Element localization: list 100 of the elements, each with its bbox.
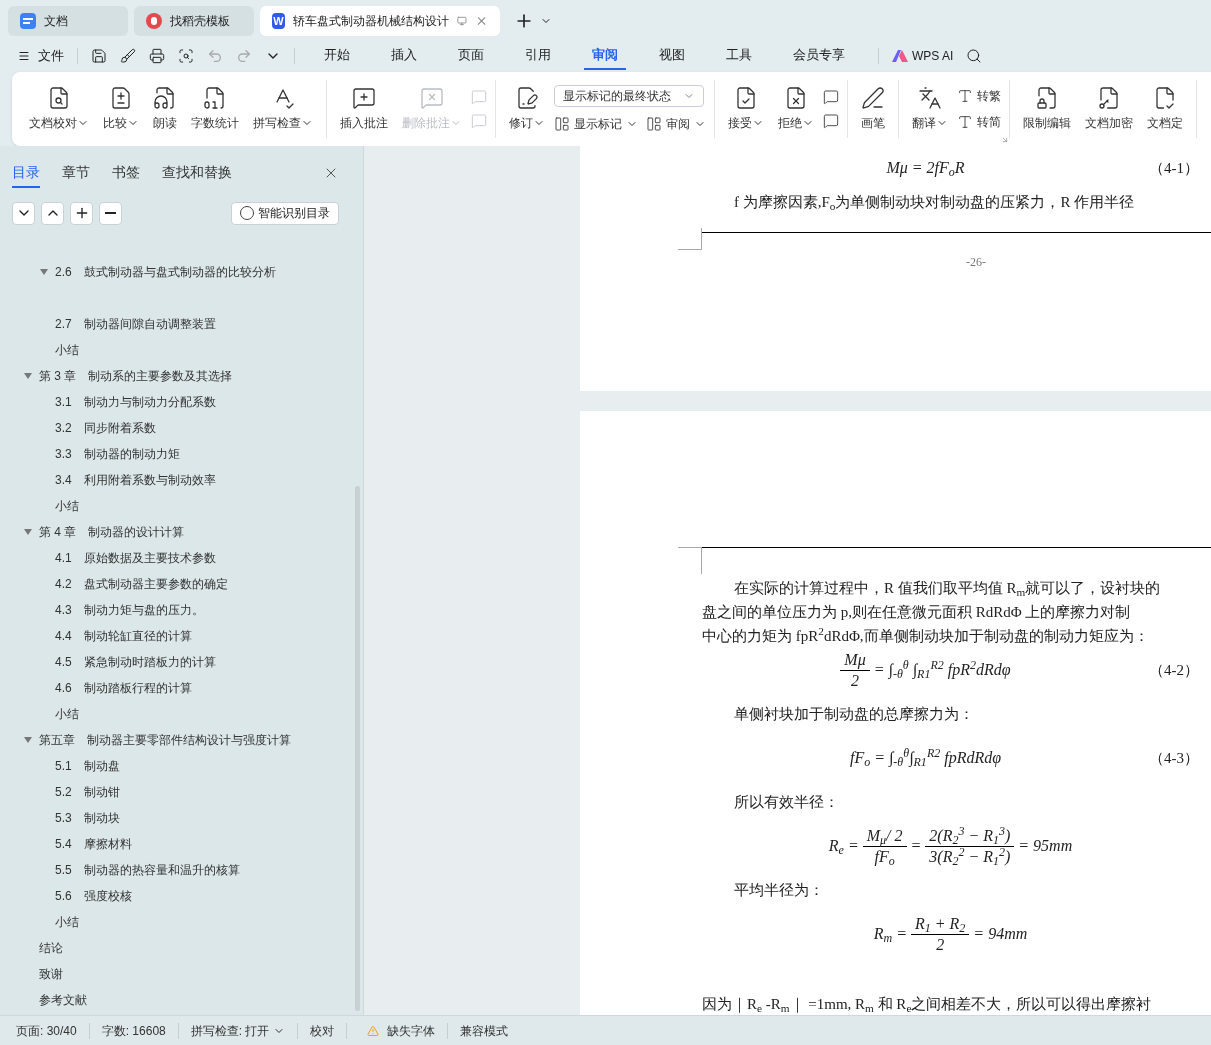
sidebar-tab[interactable]: 章节 xyxy=(62,158,90,188)
toc-item[interactable]: 5.6 强度校核 xyxy=(55,887,132,905)
menu-tab[interactable]: 插入 xyxy=(383,42,425,70)
toc-item[interactable]: 4.6 制动踏板行程的计算 xyxy=(55,679,192,697)
menu-tab[interactable]: 开始 xyxy=(316,42,358,70)
expand-triangle-icon[interactable] xyxy=(24,529,32,535)
markup-select[interactable]: 显示标记的最终状态 xyxy=(554,85,704,107)
toc-item[interactable]: 3.4 利用附着系数与制动效率 xyxy=(55,471,216,489)
menu-tab[interactable]: 会员专享 xyxy=(785,42,853,70)
ribbon-icon xyxy=(109,86,133,110)
ai-button[interactable]: WPS AI xyxy=(892,47,954,65)
document-tab[interactable]: W 轿车盘式制动器机械结构设计 xyxy=(260,6,500,36)
redo-icon[interactable] xyxy=(236,48,252,64)
toc-item[interactable]: 2.6 鼓式制动器与盘式制动器的比较分析 xyxy=(55,263,276,281)
ribbon-button[interactable]: 文档校对 xyxy=(24,86,94,132)
menu-tab[interactable]: 工具 xyxy=(718,42,760,70)
ribbon-button[interactable]: 文档定 xyxy=(1142,86,1188,132)
docs-icon xyxy=(20,13,36,29)
print-icon[interactable] xyxy=(149,48,165,64)
toc-item[interactable]: 3.3 制动器的制动力矩 xyxy=(55,445,180,463)
brush-icon[interactable] xyxy=(120,48,136,64)
ribbon-icon xyxy=(1153,86,1177,110)
dialog-launcher-icon[interactable] xyxy=(1001,136,1009,144)
comment-nav-button[interactable] xyxy=(823,113,839,129)
ribbon-button[interactable]: 比较 xyxy=(98,86,144,132)
toc-item[interactable]: 4.2 盘式制动器主要参数的确定 xyxy=(55,575,228,593)
expand-triangle-icon[interactable] xyxy=(24,373,32,379)
expand-triangle-icon[interactable] xyxy=(24,737,32,743)
ribbon-button[interactable]: 拒绝 xyxy=(773,86,819,132)
sidebar-tab[interactable]: 目录 xyxy=(12,158,40,188)
toc-item[interactable]: 5.5 制动器的热容量和温升的核算 xyxy=(55,861,240,879)
toc-item[interactable]: 小结 xyxy=(55,913,79,931)
file-menu[interactable]: 文件 xyxy=(18,46,64,66)
menu-tab[interactable]: 审阅 xyxy=(584,42,626,70)
ribbon-button[interactable]: 朗读 xyxy=(148,86,182,132)
ribbon-button[interactable]: 插入批注 xyxy=(335,86,393,132)
ribbon-small-button[interactable]: 转繁 xyxy=(957,87,1001,105)
ribbon-small-button[interactable]: 审阅 xyxy=(646,115,706,133)
toc-item[interactable]: 结论 xyxy=(39,939,63,957)
compat-mode-label: 兼容模式 xyxy=(460,1022,509,1040)
ribbon-button[interactable]: 接受 xyxy=(723,86,769,132)
ribbon-button[interactable]: 画笔 xyxy=(856,86,890,132)
monitor-icon[interactable] xyxy=(457,15,467,27)
toc-item[interactable]: 5.4 摩擦材料 xyxy=(55,835,132,853)
paragraph-line: 因为｜R$_{e}$ -R$_{m}$｜ =1mm, R$_{m}$ 和 R$_{e}$之间相差不大，所以可以得出摩擦衬 xyxy=(702,995,1152,1015)
menu-tab[interactable]: 页面 xyxy=(450,42,492,70)
toc-item[interactable]: 第 3 章 制动系的主要参数及其选择 xyxy=(39,367,233,385)
ribbon-icon xyxy=(47,86,71,110)
save-icon[interactable] xyxy=(91,48,107,64)
smart-toc-button[interactable]: 智能识别目录 xyxy=(231,201,339,225)
proofread-button[interactable]: 校对 xyxy=(310,1021,335,1040)
word-count[interactable]: 字数: 16608 xyxy=(101,1021,166,1040)
small-icon xyxy=(471,89,487,105)
toc-item[interactable]: 致谢 xyxy=(39,965,63,983)
expand-triangle-icon[interactable] xyxy=(40,269,48,275)
comment-nav-button[interactable] xyxy=(823,89,839,105)
toc-item[interactable]: 4.5 紧急制动时踏板力的计算 xyxy=(55,653,216,671)
ribbon-button[interactable]: 修订 xyxy=(504,86,550,132)
document-tab[interactable]: 文档 xyxy=(8,6,128,36)
document-tab[interactable]: 找稻壳模板 xyxy=(134,6,254,36)
ribbon-button[interactable]: 文档加密 xyxy=(1080,86,1138,132)
toc-item[interactable]: 4.1 原始数据及主要技术参数 xyxy=(55,549,216,567)
toc-item[interactable]: 小结 xyxy=(55,497,79,515)
ribbon-small-button[interactable]: 转简 xyxy=(957,113,1001,131)
ribbon-button[interactable]: 限制编辑 xyxy=(1018,86,1076,132)
formula: fF$_{o}$ = ∫$_{-θ}$$^{θ}$∫$_{R1}$$^{R2}$ fpRdRdφ xyxy=(849,746,1002,770)
toc-item[interactable]: 4.4 制动轮缸直径的计算 xyxy=(55,627,192,645)
toc-item[interactable]: 小结 xyxy=(55,705,79,723)
toc-item[interactable]: 3.1 制动力与制动力分配系数 xyxy=(55,393,216,411)
toc-item[interactable]: 第五章 制动器主要零部件结构设计与强度计算 xyxy=(39,731,291,749)
missing-font-button[interactable]: 缺失字体 xyxy=(367,1021,436,1040)
toc-item[interactable]: 5.3 制动块 xyxy=(55,809,120,827)
small-icon xyxy=(646,116,662,132)
ribbon-small-button[interactable]: 显示标记 xyxy=(554,115,638,133)
sidebar-tab[interactable]: 书签 xyxy=(112,158,140,188)
toc-item[interactable]: 5.2 制动钳 xyxy=(55,783,120,801)
ribbon-button[interactable]: 字数统计 xyxy=(186,86,244,132)
toc-item[interactable]: 第 4 章 制动器的设计计算 xyxy=(39,523,185,541)
toc-item[interactable]: 2.7 制动器间隙自动调整装置 xyxy=(55,315,216,333)
search-icon[interactable] xyxy=(966,48,983,64)
toc-item[interactable]: 5.1 制动盘 xyxy=(55,757,120,775)
menu-tab[interactable]: 视图 xyxy=(651,42,693,70)
ribbon-icon xyxy=(420,86,444,110)
toc-item[interactable]: 参考文献 xyxy=(39,991,87,1009)
menu-tab[interactable]: 引用 xyxy=(517,42,559,70)
toc-item[interactable]: 3.2 同步附着系数 xyxy=(55,419,156,437)
spell-check-toggle[interactable]: 拼写检查: 打开 xyxy=(190,1021,286,1040)
ribbon-icon xyxy=(153,86,177,110)
toc-item[interactable]: 小结 xyxy=(55,341,79,359)
undo-icon[interactable] xyxy=(207,48,223,64)
toc-item[interactable]: 4.3 制动力矩与盘的压力。 xyxy=(55,601,204,619)
sidebar-tab[interactable]: 查找和替换 xyxy=(162,158,232,188)
outline-tool-button[interactable] xyxy=(99,201,122,225)
page-count[interactable]: 页面: 30/40 xyxy=(16,1021,77,1040)
ribbon-button[interactable]: 翻译 xyxy=(907,86,953,132)
ribbon-button[interactable]: 拼写检查 xyxy=(248,86,318,132)
print-preview-icon[interactable] xyxy=(178,48,194,64)
outline-tool-button[interactable] xyxy=(70,201,93,225)
crop-mark xyxy=(678,228,702,250)
page-number: -26- xyxy=(966,254,986,271)
